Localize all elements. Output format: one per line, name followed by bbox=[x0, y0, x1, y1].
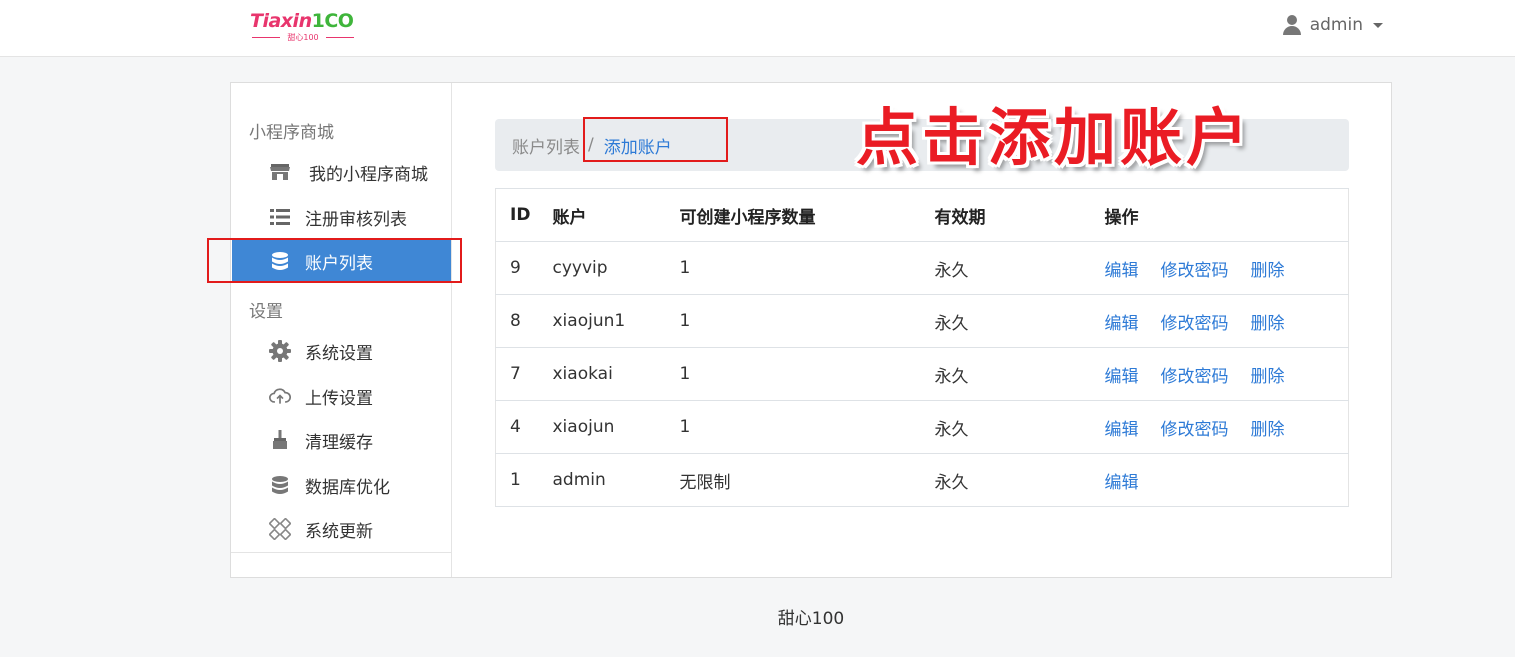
table-row: 4 xiaojun 1 永久 编辑 修改密码 删除 bbox=[495, 400, 1349, 454]
list-icon bbox=[269, 206, 291, 228]
table-row: 9 cyyvip 1 永久 编辑 修改密码 删除 bbox=[495, 241, 1349, 295]
column-header-quota: 可创建小程序数量 bbox=[679, 188, 935, 242]
cell-id: 7 bbox=[495, 347, 553, 401]
cell-expiry: 永久 bbox=[934, 400, 1105, 454]
user-menu[interactable]: admin bbox=[1282, 14, 1383, 36]
cell-account: admin bbox=[552, 453, 680, 507]
table-row: 1 admin 无限制 永久 编辑 bbox=[495, 453, 1349, 507]
edit-link[interactable]: 编辑 bbox=[1105, 314, 1139, 334]
table-row: 7 xiaokai 1 永久 编辑 修改密码 删除 bbox=[495, 347, 1349, 401]
cell-quota: 1 bbox=[679, 347, 935, 401]
edit-link[interactable]: 编辑 bbox=[1105, 473, 1139, 493]
cell-id: 4 bbox=[495, 400, 553, 454]
database-icon bbox=[269, 474, 291, 496]
sidebar-item-clear-cache[interactable]: 清理缓存 bbox=[232, 418, 451, 462]
sidebar: 小程序商城 我的小程序商城 注册审核列表 账户列表 设置 系统设置 上传设置 清… bbox=[231, 83, 452, 577]
update-icon bbox=[269, 518, 291, 540]
gear-icon bbox=[269, 340, 291, 362]
broom-icon bbox=[269, 429, 291, 451]
cell-actions: 编辑 修改密码 删除 bbox=[1104, 400, 1349, 454]
cell-expiry: 永久 bbox=[934, 241, 1105, 295]
sidebar-item-label: 我的小程序商城 bbox=[309, 164, 428, 185]
change-password-link[interactable]: 修改密码 bbox=[1161, 261, 1229, 281]
change-password-link[interactable]: 修改密码 bbox=[1161, 314, 1229, 334]
sidebar-item-label: 数据库优化 bbox=[305, 477, 390, 498]
cell-actions: 编辑 修改密码 删除 bbox=[1104, 241, 1349, 295]
sidebar-group-title: 设置 bbox=[249, 302, 283, 322]
sidebar-item-label: 系统设置 bbox=[305, 343, 373, 364]
highlight-box-account-list bbox=[207, 238, 462, 283]
cell-id: 9 bbox=[495, 241, 553, 295]
content-panel: 小程序商城 我的小程序商城 注册审核列表 账户列表 设置 系统设置 上传设置 清… bbox=[230, 82, 1392, 578]
sidebar-item-system-update[interactable]: 系统更新 bbox=[232, 507, 451, 551]
column-header-actions: 操作 bbox=[1104, 188, 1349, 242]
sidebar-item-label: 系统更新 bbox=[305, 521, 373, 542]
sidebar-item-database-optimize[interactable]: 数据库优化 bbox=[232, 463, 451, 507]
cell-quota: 1 bbox=[679, 294, 935, 348]
sidebar-item-label: 注册审核列表 bbox=[305, 209, 407, 230]
user-name: admin bbox=[1309, 15, 1363, 35]
delete-link[interactable]: 删除 bbox=[1251, 314, 1285, 334]
edit-link[interactable]: 编辑 bbox=[1105, 261, 1139, 281]
cell-account: xiaojun bbox=[552, 400, 680, 454]
sidebar-item-upload-settings[interactable]: 上传设置 bbox=[232, 374, 451, 418]
cell-actions: 编辑 bbox=[1104, 453, 1349, 507]
edit-link[interactable]: 编辑 bbox=[1105, 367, 1139, 387]
cell-expiry: 永久 bbox=[934, 294, 1105, 348]
logo-divider bbox=[326, 37, 354, 38]
logo-wordmark: Tiaxin1CO bbox=[250, 10, 354, 32]
caret-down-icon bbox=[1373, 22, 1383, 28]
column-header-account: 账户 bbox=[552, 188, 680, 242]
cell-expiry: 永久 bbox=[934, 453, 1105, 507]
cell-quota: 无限制 bbox=[679, 453, 935, 507]
cell-actions: 编辑 修改密码 删除 bbox=[1104, 294, 1349, 348]
sidebar-item-registration-review[interactable]: 注册审核列表 bbox=[232, 195, 451, 239]
breadcrumb-item-account-list[interactable]: 账户列表 bbox=[512, 133, 580, 158]
cell-account: xiaokai bbox=[552, 347, 680, 401]
cell-quota: 1 bbox=[679, 241, 935, 295]
change-password-link[interactable]: 修改密码 bbox=[1161, 420, 1229, 440]
footer-text: 甜心100 bbox=[777, 609, 845, 629]
table-header-row: ID 账户 可创建小程序数量 有效期 操作 bbox=[495, 188, 1349, 242]
top-bar: Tiaxin1CO 甜心100 admin bbox=[0, 0, 1515, 57]
sidebar-item-system-settings[interactable]: 系统设置 bbox=[232, 329, 451, 373]
cell-actions: 编辑 修改密码 删除 bbox=[1104, 347, 1349, 401]
delete-link[interactable]: 删除 bbox=[1251, 420, 1285, 440]
table-row: 8 xiaojun1 1 永久 编辑 修改密码 删除 bbox=[495, 294, 1349, 348]
user-icon bbox=[1282, 15, 1302, 35]
change-password-link[interactable]: 修改密码 bbox=[1161, 367, 1229, 387]
store-icon bbox=[269, 161, 291, 183]
annotation-callout: 点击添加账户 bbox=[856, 101, 1253, 174]
cloud-upload-icon bbox=[269, 385, 291, 407]
accounts-table: ID 账户 可创建小程序数量 有效期 操作 9 cyyvip 1 永久 编辑修改… bbox=[495, 188, 1349, 507]
sidebar-group-title: 小程序商城 bbox=[249, 123, 334, 143]
sidebar-item-label: 上传设置 bbox=[305, 388, 373, 409]
column-header-id: ID bbox=[495, 188, 553, 242]
brand-logo[interactable]: Tiaxin1CO 甜心100 bbox=[250, 10, 360, 44]
edit-link[interactable]: 编辑 bbox=[1105, 420, 1139, 440]
delete-link[interactable]: 删除 bbox=[1251, 367, 1285, 387]
divider bbox=[231, 552, 452, 553]
highlight-box-add-account bbox=[583, 117, 728, 162]
delete-link[interactable]: 删除 bbox=[1251, 261, 1285, 281]
cell-quota: 1 bbox=[679, 400, 935, 454]
cell-expiry: 永久 bbox=[934, 347, 1105, 401]
cell-id: 1 bbox=[495, 453, 553, 507]
sidebar-item-label: 清理缓存 bbox=[305, 432, 373, 453]
cell-account: xiaojun1 bbox=[552, 294, 680, 348]
sidebar-item-my-shop[interactable]: 我的小程序商城 bbox=[232, 150, 451, 194]
cell-account: cyyvip bbox=[552, 241, 680, 295]
cell-id: 8 bbox=[495, 294, 553, 348]
column-header-expiry: 有效期 bbox=[934, 188, 1105, 242]
